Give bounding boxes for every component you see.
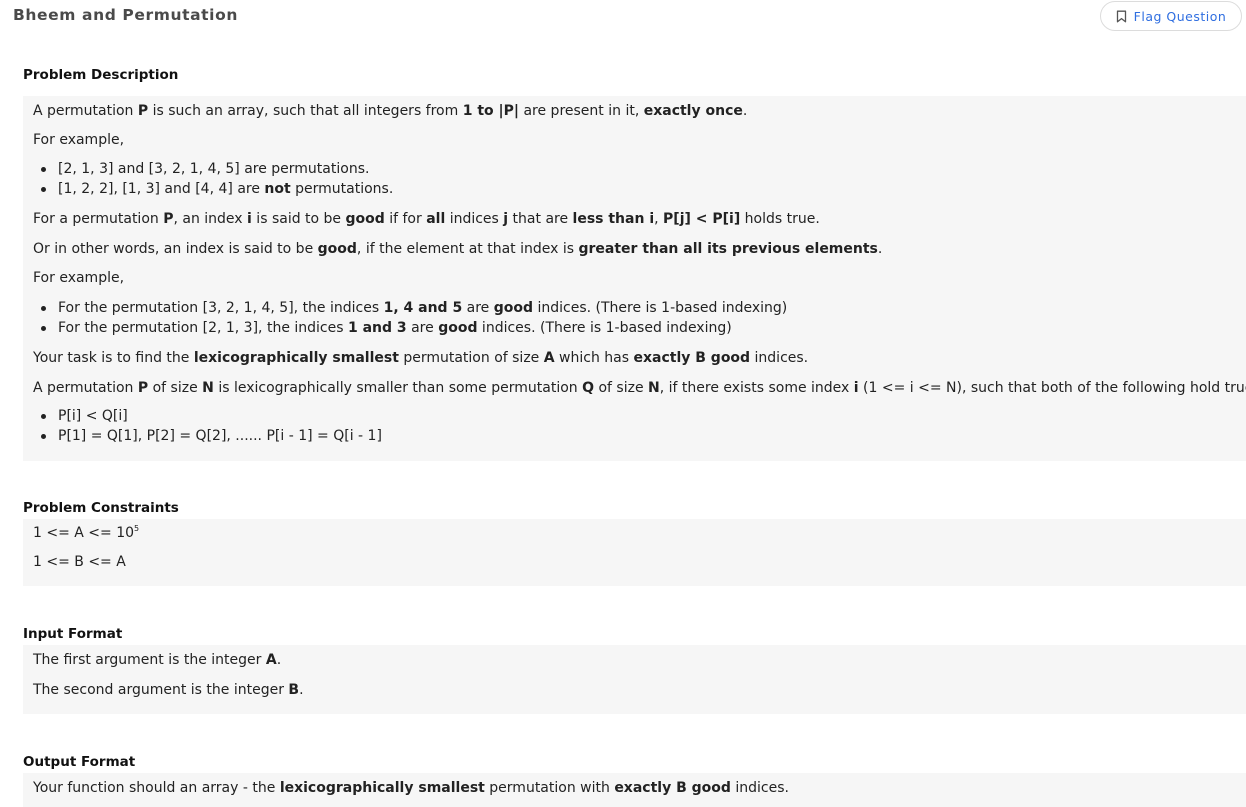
output-format-heading: Output Format [23,754,136,770]
input-line: The second argument is the integer B. [33,682,304,698]
list-item: For the permutation [3, 2, 1, 4, 5], the… [41,298,787,318]
list-item: [2, 1, 3] and [3, 2, 1, 4, 5] are permut… [41,159,369,179]
input-format-panel: The first argument is the integer A. The… [23,645,1246,714]
list-item: For the permutation [2, 1, 3], the indic… [41,318,732,338]
example-intro: For example, [33,270,125,286]
output-line: Your function should an array - the lexi… [33,780,789,796]
list-item: P[i] < Q[i] [41,406,128,426]
bookmark-icon [1116,10,1127,23]
good-index-definition: For a permutation P, an index i is said … [33,211,820,227]
input-format-heading: Input Format [23,626,123,642]
constraints-panel: 1 <= A <= 105 1 <= B <= A [23,519,1246,586]
constraint-a: 1 <= A <= 105 [33,524,140,542]
constraints-heading: Problem Constraints [23,500,179,516]
good-index-rephrase: Or in other words, an index is said to b… [33,241,883,257]
flag-question-label: Flag Question [1133,8,1227,24]
output-format-panel: Your function should an array - the lexi… [23,773,1246,807]
description-heading: Problem Description [23,67,179,83]
lexicographic-definition: A permutation P of size N is lexicograph… [33,380,1246,396]
list-item: [1, 2, 2], [1, 3] and [4, 4] are not per… [41,179,393,199]
example-intro: For example, [33,132,125,148]
constraint-b: 1 <= B <= A [33,554,126,570]
input-line: The first argument is the integer A. [33,652,282,668]
flag-question-button[interactable]: Flag Question [1100,1,1242,31]
description-paragraph: A permutation P is such an array, such t… [33,103,748,119]
description-panel: A permutation P is such an array, such t… [23,96,1246,461]
list-item: P[1] = Q[1], P[2] = Q[2], ...... P[i - 1… [41,426,382,446]
page-title: Bheem and Permutation [13,6,238,24]
top-bar: Bheem and Permutation Flag Question [0,0,1246,34]
task-statement: Your task is to find the lexicographical… [33,350,809,366]
